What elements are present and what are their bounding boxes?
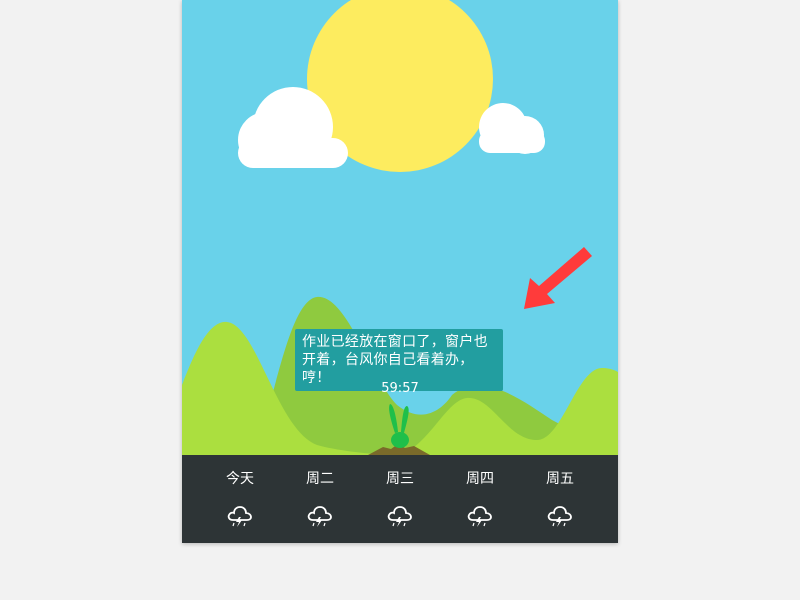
thunderstorm-icon: [547, 506, 572, 527]
day-label: 周五: [546, 471, 574, 487]
forecast-day[interactable]: 今天: [200, 455, 280, 543]
forecast-day[interactable]: 周五: [520, 455, 600, 543]
forecast-day[interactable]: 周二: [280, 455, 360, 543]
cloud-right: [479, 103, 545, 154]
forecast-day[interactable]: 周四: [440, 455, 520, 543]
day-label: 周二: [306, 471, 334, 487]
thunderstorm-icon: [387, 506, 412, 527]
day-label: 今天: [226, 471, 254, 487]
day-label: 周四: [466, 471, 494, 487]
forecast-bar: 今天 周二 周三 周四 周五: [182, 455, 618, 543]
thunderstorm-icon: [467, 506, 492, 527]
speech-text: 作业已经放在窗口了，窗户也开着，台风你自己看着办，哼！: [302, 334, 488, 386]
countdown-timer: 59:57: [381, 381, 419, 396]
thunderstorm-icon: [227, 506, 252, 527]
speech-bubble-tail: [397, 373, 407, 379]
forecast-day[interactable]: 周三: [360, 455, 440, 543]
day-label: 周三: [386, 471, 414, 487]
red-arrow-icon: [524, 247, 592, 309]
weather-scene: 作业已经放在窗口了，窗户也开着，台风你自己看着办，哼！ 59:57: [182, 0, 618, 455]
thunderstorm-icon: [307, 506, 332, 527]
bunny-character: [389, 404, 409, 448]
app-screen: 作业已经放在窗口了，窗户也开着，台风你自己看着办，哼！ 59:57 今天 周二: [182, 0, 618, 543]
